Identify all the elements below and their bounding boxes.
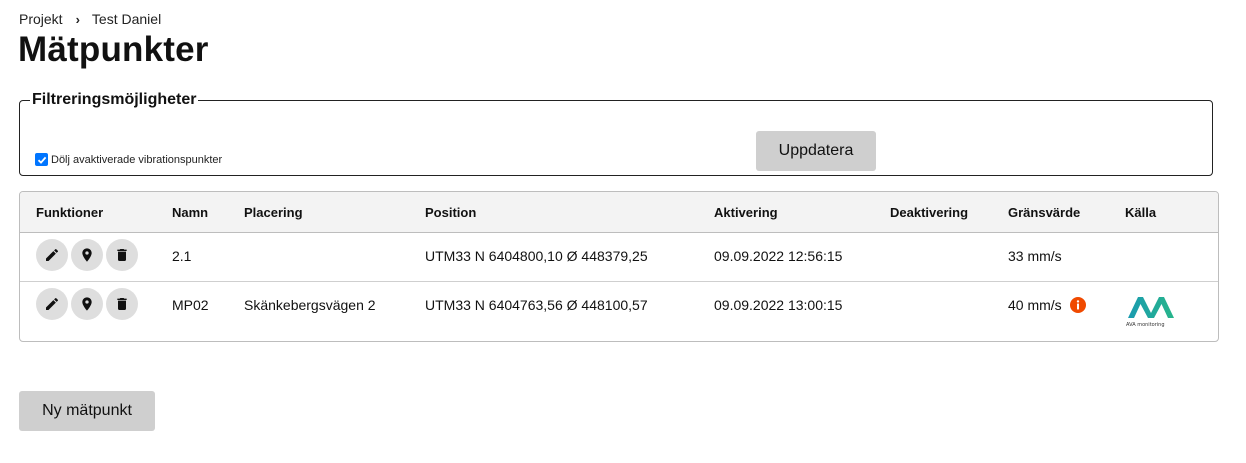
cell-position: UTM33 N 6404800,10 Ø 448379,25: [425, 248, 648, 264]
pencil-icon: [46, 297, 59, 310]
col-position: Position: [425, 205, 477, 220]
pencil-icon: [46, 248, 59, 261]
new-measurement-point-button[interactable]: Ny mätpunkt: [19, 391, 155, 431]
hide-deactivated-label: Dölj avaktiverade vibrationspunkter: [51, 153, 223, 166]
hide-deactivated-checkbox[interactable]: [35, 153, 48, 166]
svg-text:AVA monitoring: AVA monitoring: [1126, 322, 1165, 328]
col-funktioner: Funktioner: [36, 205, 104, 220]
cell-aktivering: 09.09.2022 13:00:15: [714, 297, 843, 313]
measurement-points-table: Funktioner Namn Placering Position Aktiv…: [19, 191, 1219, 342]
edit-button[interactable]: [36, 239, 68, 271]
map-pin-icon: [82, 297, 92, 311]
chevron-right-icon: ›: [75, 11, 80, 27]
delete-button[interactable]: [106, 288, 138, 320]
cell-gransvarde: 40 mm/s: [1008, 297, 1062, 313]
cell-namn: MP02: [172, 297, 209, 313]
cell-aktivering: 09.09.2022 12:56:15: [714, 248, 843, 264]
table-row: 2.1 UTM33 N 6404800,10 Ø 448379,25 09.09…: [20, 233, 1218, 282]
col-aktivering: Aktivering: [714, 205, 778, 220]
delete-button[interactable]: [106, 239, 138, 271]
hide-deactivated-checkbox-row[interactable]: Dölj avaktiverade vibrationspunkter: [35, 153, 222, 166]
location-button[interactable]: [71, 288, 103, 320]
col-namn: Namn: [172, 205, 209, 220]
cell-gransvarde-wrap: 40 mm/s: [1008, 297, 1086, 313]
cell-position: UTM33 N 6404763,56 Ø 448100,57: [425, 297, 648, 313]
page-title: Mätpunkter: [18, 30, 209, 69]
col-kalla: Källa: [1125, 205, 1157, 220]
col-gransvarde: Gränsvärde: [1008, 205, 1081, 220]
cell-namn: 2.1: [172, 248, 192, 264]
location-button[interactable]: [71, 239, 103, 271]
trash-icon: [117, 249, 127, 261]
breadcrumb-current: Test Daniel: [91, 11, 162, 27]
row-actions: [36, 288, 138, 320]
cell-placering: Skänkebergsvägen 2: [244, 297, 376, 313]
update-button[interactable]: Uppdatera: [756, 131, 876, 171]
row-actions: [36, 239, 138, 271]
col-deaktivering: Deaktivering: [890, 205, 969, 220]
check-icon: [37, 156, 46, 164]
breadcrumb: Projekt › Test Daniel: [19, 11, 161, 27]
map-pin-icon: [82, 248, 92, 262]
cell-gransvarde: 33 mm/s: [1008, 248, 1062, 264]
trash-icon: [117, 298, 127, 310]
info-icon[interactable]: [1069, 297, 1086, 313]
ava-monitoring-logo: AVA monitoring: [1126, 297, 1174, 328]
filter-legend: Filtreringsmöjligheter: [32, 91, 197, 108]
table-row: MP02 Skänkebergsvägen 2 UTM33 N 6404763,…: [20, 282, 1218, 341]
table-header: Funktioner Namn Placering Position Aktiv…: [20, 192, 1218, 233]
edit-button[interactable]: [36, 288, 68, 320]
breadcrumb-projekt-link[interactable]: Projekt: [19, 11, 63, 27]
filter-panel: Filtreringsmöjligheter Dölj avaktiverade…: [19, 91, 1213, 176]
col-placering: Placering: [244, 205, 303, 220]
